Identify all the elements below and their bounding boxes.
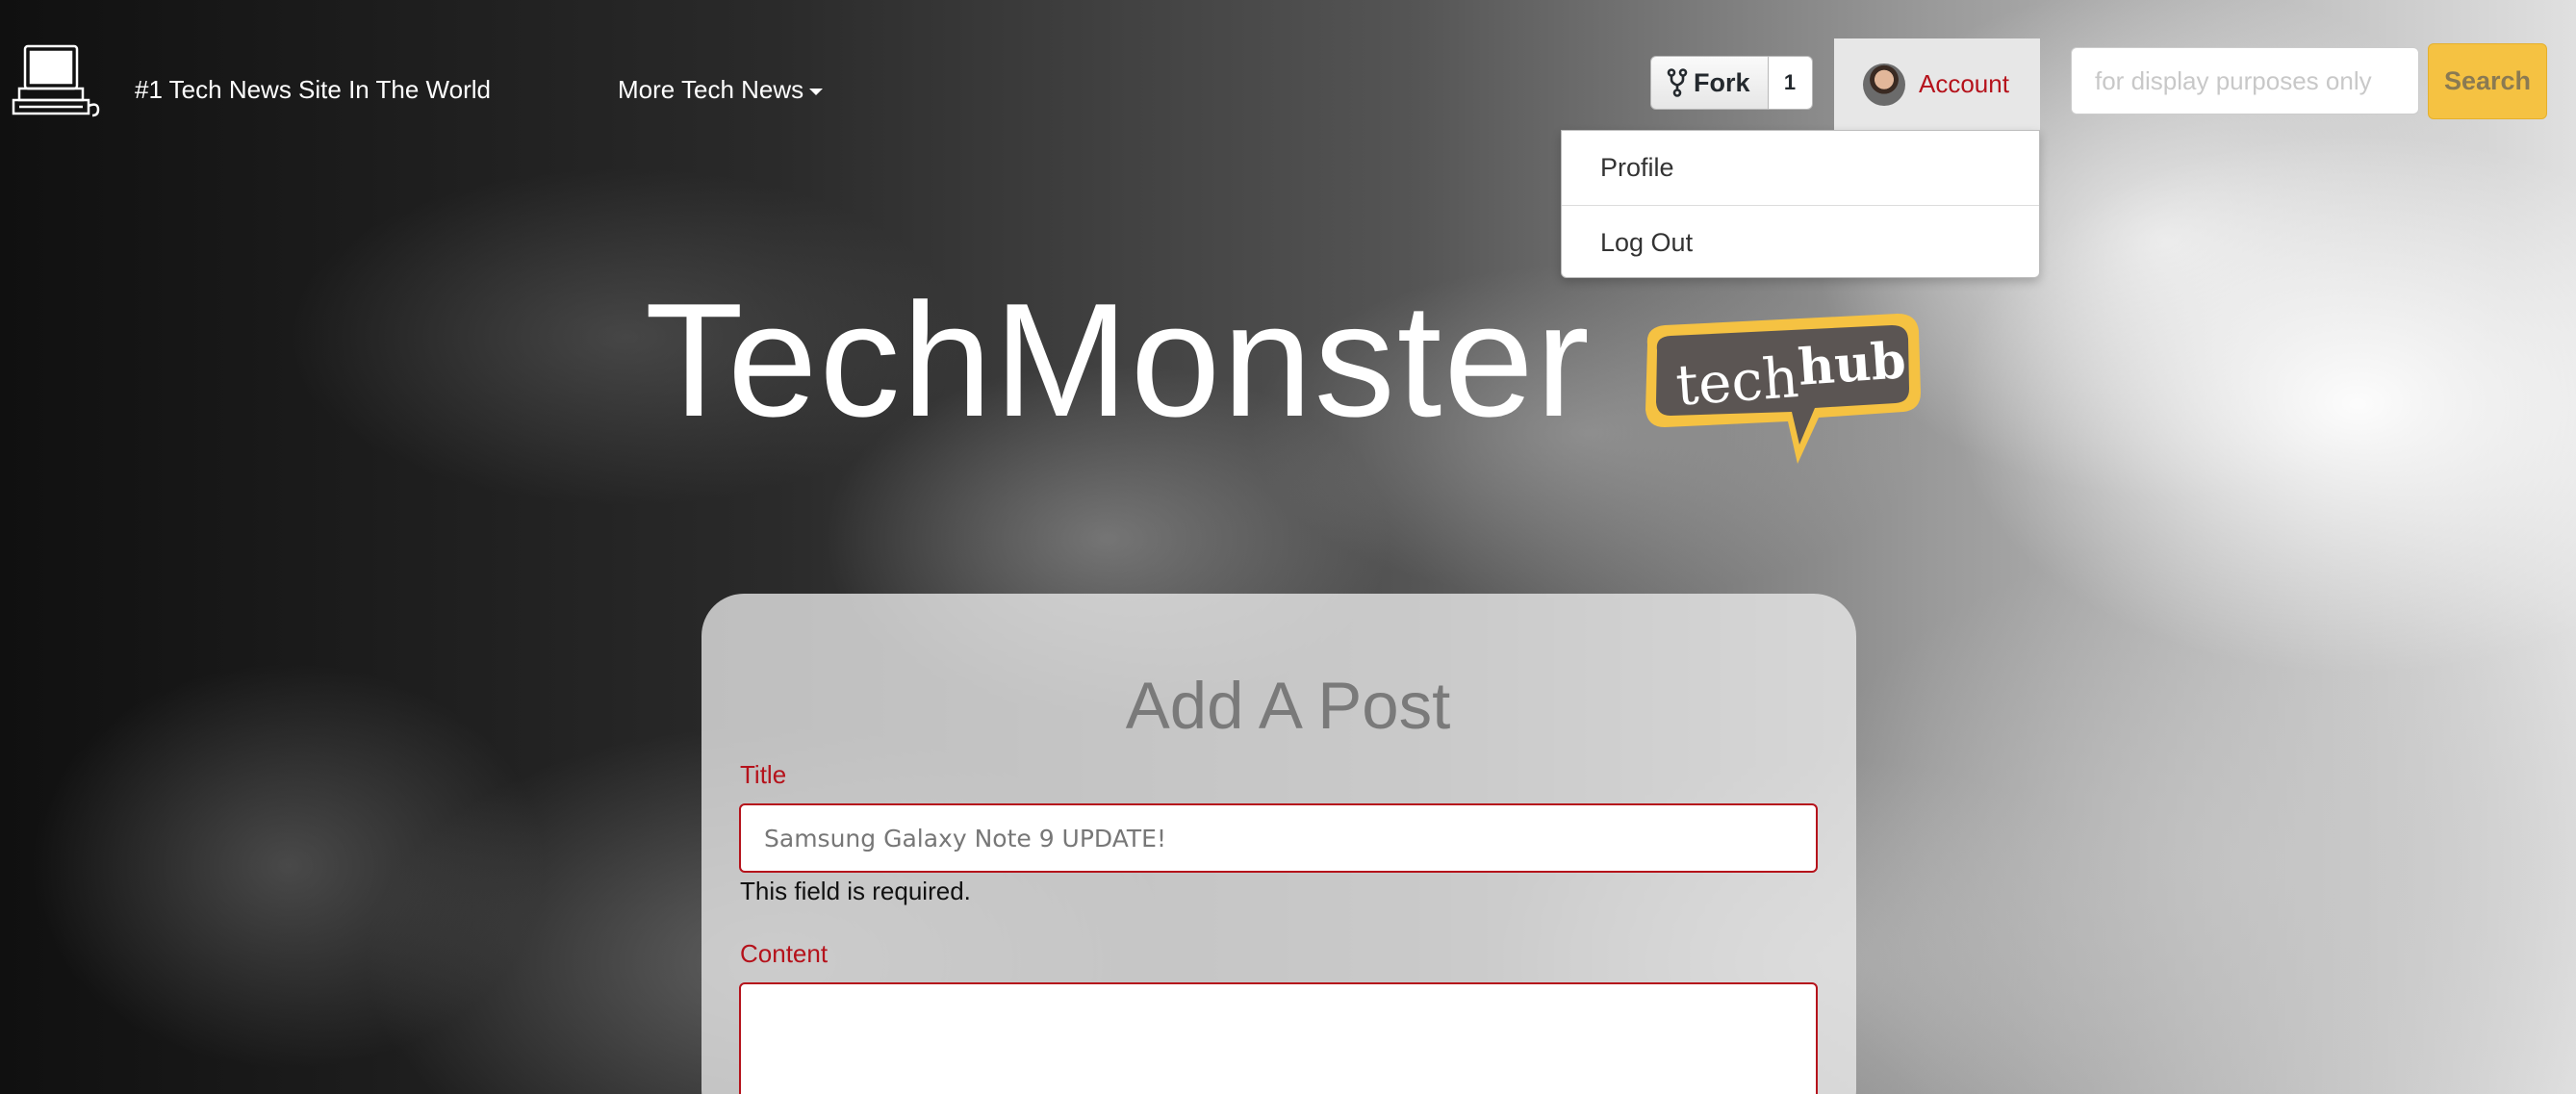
account-dropdown-menu: Profile Log Out bbox=[1561, 130, 2040, 278]
fork-count[interactable]: 1 bbox=[1768, 56, 1813, 110]
more-tech-news-label: More Tech News bbox=[618, 75, 804, 104]
github-fork-widget: Fork 1 bbox=[1650, 56, 1813, 110]
fork-icon bbox=[1667, 68, 1688, 97]
title-error-message: This field is required. bbox=[740, 877, 971, 905]
fork-label: Fork bbox=[1694, 67, 1750, 97]
title-label: Title bbox=[740, 760, 787, 789]
techhub-logo-text-hub: hub bbox=[1797, 331, 1908, 397]
menu-item-profile[interactable]: Profile bbox=[1562, 131, 2039, 205]
techhub-logo-text-tech: tech bbox=[1673, 344, 1800, 419]
search-input[interactable] bbox=[2071, 47, 2419, 114]
account-label: Account bbox=[1919, 69, 2009, 98]
brand-link[interactable]: #1 Tech News Site In The World bbox=[135, 75, 491, 105]
computer-icon[interactable] bbox=[12, 42, 104, 117]
title-input[interactable] bbox=[739, 803, 1818, 873]
techhub-logo[interactable]: tech hub bbox=[1626, 310, 1930, 468]
content-textarea[interactable] bbox=[739, 982, 1818, 1094]
menu-item-log-out[interactable]: Log Out bbox=[1562, 205, 2039, 279]
account-button[interactable]: Account bbox=[1834, 38, 2040, 130]
add-post-heading: Add A Post bbox=[1125, 669, 1451, 743]
fork-button[interactable]: Fork bbox=[1650, 56, 1769, 110]
caret-down-icon bbox=[809, 89, 824, 95]
search-button[interactable]: Search bbox=[2428, 43, 2547, 119]
content-label: Content bbox=[740, 939, 829, 968]
more-tech-news-dropdown[interactable]: More Tech News bbox=[618, 75, 824, 105]
site-title: TechMonster bbox=[645, 269, 1592, 450]
avatar bbox=[1863, 63, 1905, 106]
